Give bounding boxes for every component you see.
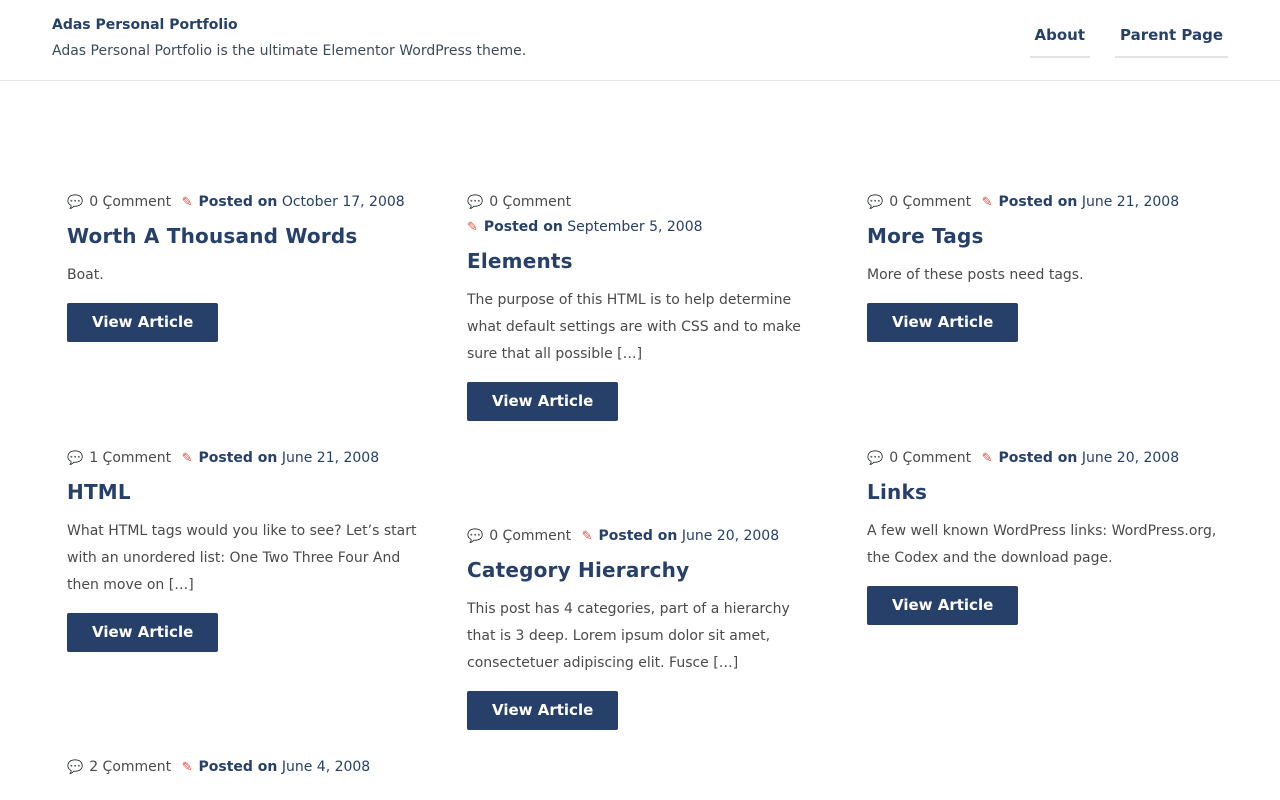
view-article-button[interactable]: View Article xyxy=(67,303,219,342)
pencil-icon: ✎ xyxy=(581,529,593,544)
pencil-icon: ✎ xyxy=(981,451,993,466)
post-meta: 💬 1 Çomment ✎ Posted on June 21, 2008 xyxy=(67,446,417,471)
post-meta: 💬 0 Çomment ✎ Posted on September 5, 2008 xyxy=(467,190,817,240)
comments-icon: 💬 xyxy=(67,195,84,210)
pencil-icon: ✎ xyxy=(981,195,993,210)
post-card: 💬 1 Çomment ✎ Posted on June 21, 2008 HTML… xyxy=(67,446,417,652)
post-meta: 💬 2 Çomment ✎ Posted on June 4, 2008 xyxy=(67,755,417,780)
nav-item-about[interactable]: About xyxy=(1029,26,1091,58)
post-title[interactable]: Elements xyxy=(467,247,817,275)
post-date: ✎ Posted on September 5, 2008 xyxy=(467,219,703,235)
post-card: 💬 0 Çomment ✎ Posted on September 5, 2008 … xyxy=(467,190,817,421)
view-article-button[interactable]: View Article xyxy=(467,382,619,421)
post-title[interactable]: Links xyxy=(867,478,1217,506)
post-excerpt: Boat. xyxy=(67,267,104,283)
post-excerpt: This post has 4 categories, part of a hi… xyxy=(467,601,790,671)
post-excerpt: The purpose of this HTML is to help dete… xyxy=(467,292,801,362)
comments-icon: 💬 xyxy=(867,195,884,210)
comment-count[interactable]: 💬 2 Çomment xyxy=(67,755,171,780)
comment-count[interactable]: 💬 0 Çomment xyxy=(867,446,971,471)
post-excerpt: More of these posts need tags. xyxy=(867,267,1084,283)
post-date: ✎ Posted on October 17, 2008 xyxy=(181,194,405,210)
post-date: ✎ Posted on June 4, 2008 xyxy=(181,759,371,775)
comments-icon: 💬 xyxy=(467,529,484,544)
post-title[interactable]: Category Hierarchy xyxy=(467,556,817,584)
comment-count[interactable]: 💬 1 Çomment xyxy=(67,446,171,471)
post-meta: 💬 0 Çomment ✎ Posted on June 20, 2008 xyxy=(467,524,817,549)
pencil-icon: ✎ xyxy=(181,760,193,775)
view-article-button[interactable]: View Article xyxy=(867,586,1019,625)
post-date: ✎ Posted on June 21, 2008 xyxy=(181,450,380,466)
post-date: ✎ Posted on June 21, 2008 xyxy=(981,194,1180,210)
site-header: Adas Personal Portfolio Adas Personal Po… xyxy=(0,0,1280,81)
main-nav: About Parent Page xyxy=(1029,26,1228,58)
comment-count[interactable]: 💬 0 Çomment xyxy=(467,190,571,215)
post-date: ✎ Posted on June 20, 2008 xyxy=(981,450,1180,466)
post-card: 💬 0 Çomment ✎ Posted on June 20, 2008 Cate… xyxy=(467,524,817,730)
post-title[interactable]: More Tags xyxy=(867,222,1217,250)
post-meta: 💬 0 Çomment ✎ Posted on October 17, 2008 xyxy=(67,190,417,215)
post-meta: 💬 0 Çomment ✎ Posted on June 21, 2008 xyxy=(867,190,1217,215)
post-date: ✎ Posted on June 20, 2008 xyxy=(581,528,780,544)
post-meta: 💬 0 Çomment ✎ Posted on June 20, 2008 xyxy=(867,446,1217,471)
post-title[interactable]: HTML xyxy=(67,478,417,506)
post-card: 💬 0 Çomment ✎ Posted on June 21, 2008 More… xyxy=(867,190,1217,342)
post-card: 💬 0 Çomment ✎ Posted on October 17, 2008 W… xyxy=(67,190,417,342)
view-article-button[interactable]: View Article xyxy=(467,691,619,730)
pencil-icon: ✎ xyxy=(467,220,478,235)
post-excerpt: A few well known WordPress links: WordPr… xyxy=(867,523,1217,566)
post-title[interactable]: Worth A Thousand Words xyxy=(67,222,417,250)
pencil-icon: ✎ xyxy=(181,451,193,466)
comment-count[interactable]: 💬 0 Çomment xyxy=(67,190,171,215)
comments-icon: 💬 xyxy=(467,195,484,210)
nav-item-parent-page[interactable]: Parent Page xyxy=(1115,26,1228,58)
post-card: 💬 0 Çomment ✎ Posted on June 20, 2008 Link… xyxy=(867,446,1217,625)
post-card: 💬 2 Çomment ✎ Posted on June 4, 2008 xyxy=(67,755,417,780)
comment-count[interactable]: 💬 0 Çomment xyxy=(867,190,971,215)
pencil-icon: ✎ xyxy=(181,195,193,210)
site-description: Adas Personal Portfolio is the ultimate … xyxy=(52,43,527,59)
comment-count[interactable]: 💬 0 Çomment xyxy=(467,524,571,549)
comments-icon: 💬 xyxy=(867,451,884,466)
comments-icon: 💬 xyxy=(67,451,84,466)
view-article-button[interactable]: View Article xyxy=(867,303,1019,342)
site-title[interactable]: Adas Personal Portfolio xyxy=(52,17,238,33)
comments-icon: 💬 xyxy=(67,760,84,775)
view-article-button[interactable]: View Article xyxy=(67,613,219,652)
post-excerpt: What HTML tags would you like to see? Le… xyxy=(67,523,417,593)
